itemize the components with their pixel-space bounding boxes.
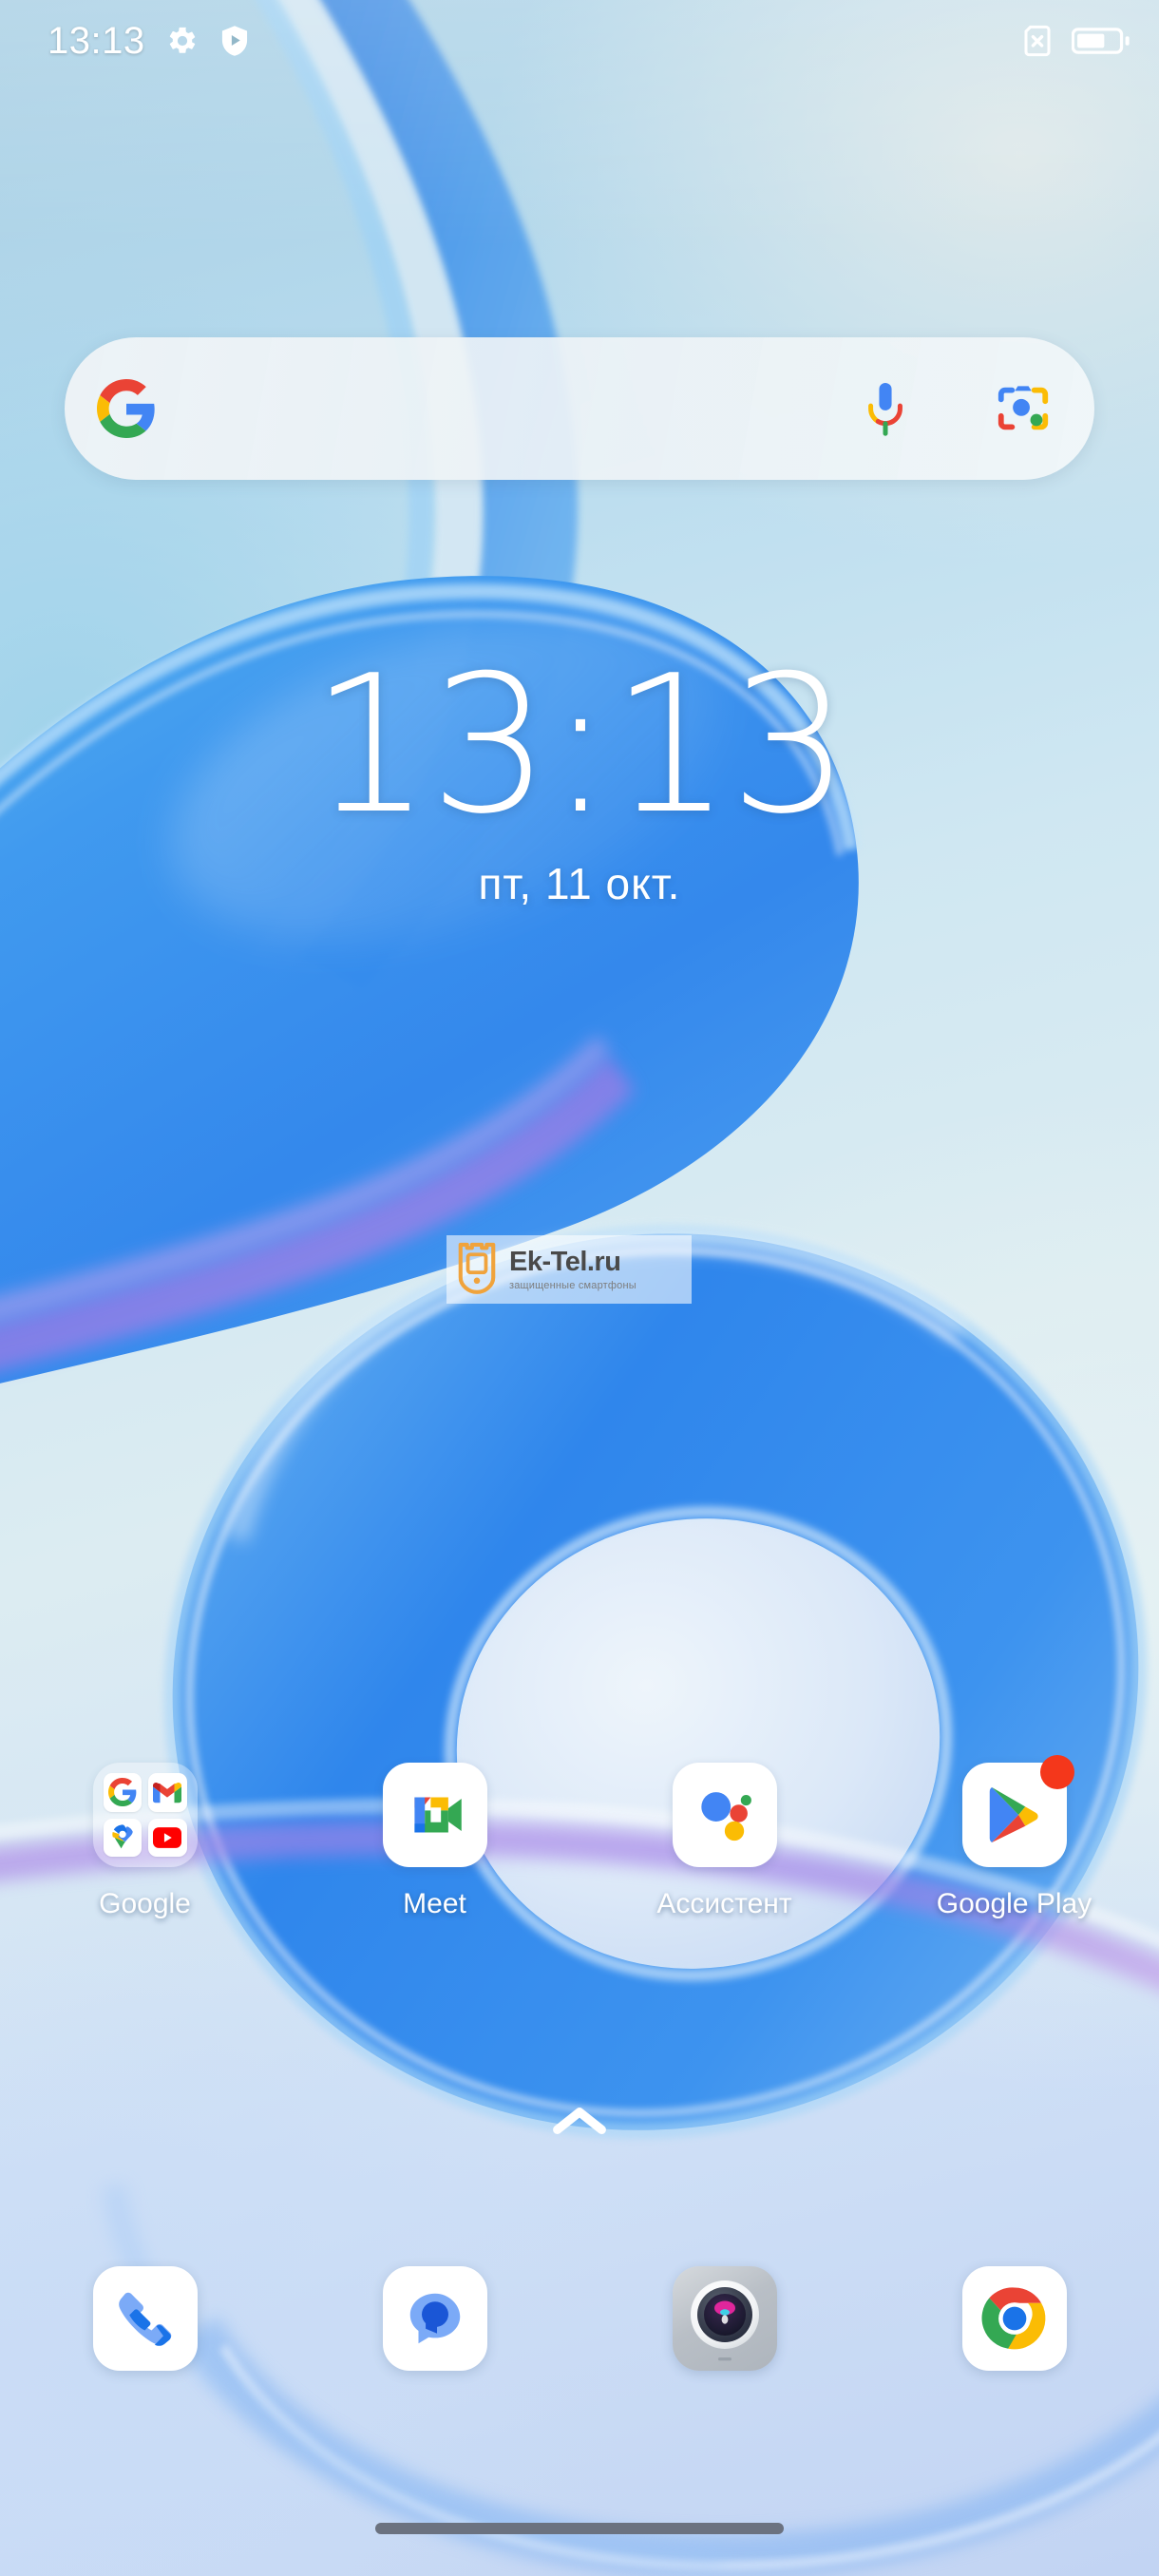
google-assistant-icon[interactable] xyxy=(672,1763,777,1867)
app-grid-item-google-play[interactable]: Google Play xyxy=(869,1755,1159,1920)
home-gesture-pill[interactable] xyxy=(375,2523,784,2534)
google-g-icon xyxy=(65,379,156,438)
phone-handset-icon[interactable] xyxy=(92,2266,198,2371)
no-sim-card-icon xyxy=(1018,22,1056,60)
google-meet-icon[interactable] xyxy=(382,1763,487,1867)
settings-gear-icon xyxy=(166,25,199,57)
messages-bubble-icon[interactable] xyxy=(382,2266,487,2371)
dock-item-camera[interactable] xyxy=(580,2266,869,2371)
watermark: Ek-Tel.ru защищенные смартфоны xyxy=(446,1235,692,1304)
app-label: Meet xyxy=(403,1888,466,1919)
google-lens-icon[interactable] xyxy=(952,379,1094,438)
app-drawer-handle[interactable] xyxy=(0,2102,1159,2145)
app-label: Google xyxy=(99,1888,191,1919)
camera-lens-icon[interactable] xyxy=(672,2266,777,2371)
youtube-icon xyxy=(148,1818,187,1857)
notification-badge xyxy=(1039,1755,1074,1789)
app-label: Ассистент xyxy=(656,1888,792,1919)
watermark-subtitle: защищенные смартфоны xyxy=(509,1279,636,1291)
ektel-shield-phone-icon xyxy=(452,1238,502,1302)
chevron-up-icon[interactable] xyxy=(550,2102,609,2145)
microphone-icon[interactable] xyxy=(819,379,952,438)
app-grid-item-google-folder[interactable]: Google xyxy=(0,1763,290,1920)
app-grid: Google Meet Ассистент Google Play xyxy=(0,1755,1159,1920)
status-bar: 13:13 xyxy=(0,0,1159,82)
status-bar-clock: 13:13 xyxy=(48,19,145,62)
dock-item-messages[interactable] xyxy=(290,2266,580,2371)
dock-item-chrome[interactable] xyxy=(869,2266,1159,2371)
search-input[interactable] xyxy=(156,337,819,480)
dock-item-phone[interactable] xyxy=(0,2266,290,2371)
dock xyxy=(0,2266,1159,2371)
play-protect-shield-icon xyxy=(219,25,250,57)
google-maps-icon xyxy=(103,1818,142,1857)
watermark-title: Ek-Tel.ru xyxy=(509,1246,621,1277)
google-search-icon xyxy=(103,1773,142,1812)
status-bar-right xyxy=(1018,22,1130,60)
watermark-text: Ek-Tel.ru защищенные смартфоны xyxy=(509,1246,636,1291)
gmail-icon xyxy=(148,1773,187,1812)
google-folder-icon[interactable] xyxy=(92,1763,198,1867)
app-grid-item-meet[interactable]: Meet xyxy=(290,1763,580,1920)
status-bar-left: 13:13 xyxy=(48,20,250,63)
battery-icon xyxy=(1072,25,1130,57)
chrome-icon[interactable] xyxy=(961,2266,1067,2371)
google-search-bar[interactable] xyxy=(65,337,1094,480)
google-play-icon[interactable] xyxy=(961,1755,1074,1867)
navigation-bar xyxy=(0,2523,1159,2534)
app-grid-item-assistant[interactable]: Ассистент xyxy=(580,1763,869,1920)
app-label: Google Play xyxy=(936,1888,1092,1919)
